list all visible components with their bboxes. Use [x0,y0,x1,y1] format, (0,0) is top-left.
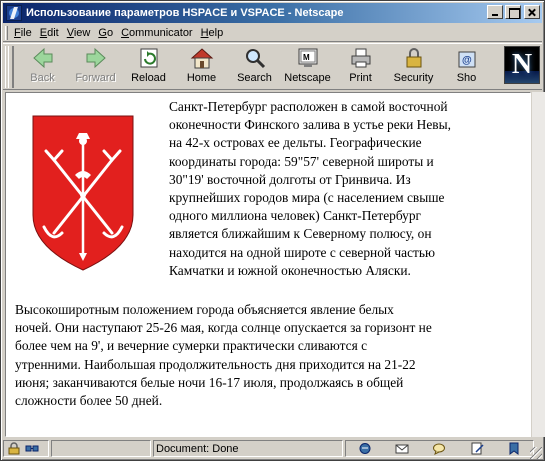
netscape-icon[interactable] [6,5,22,21]
security-lock-icon[interactable] [7,442,21,455]
shop-label: Sho [456,72,477,84]
svg-text:M: M [303,53,310,62]
maximize-icon[interactable] [505,5,521,19]
menu-edit[interactable]: Edit [38,27,65,39]
close-icon[interactable] [524,5,540,19]
status-bar: Document: Done [3,438,542,459]
reload-icon [140,48,157,68]
browser-window: Использование параметров HSPACE и VSPACE… [0,0,545,461]
forward-arrow-icon [86,47,106,69]
window-controls [485,5,540,19]
print-label: Print [349,72,372,84]
text-line: оконечности Финского залива в устье реки… [169,117,451,133]
text-line: крупнейших городов мира (с населением св… [169,190,445,206]
text-line: координаты города: 59"57' северной широт… [169,153,434,169]
bookmark-icon[interactable] [507,442,521,455]
minimize-icon[interactable] [487,5,503,19]
mail-icon[interactable] [395,442,409,455]
shop-button[interactable]: @ Sho [440,44,493,88]
title-bar[interactable]: Использование параметров HSPACE и VSPACE… [3,3,542,23]
text-line: сложности более 50 дней. [15,393,163,409]
menu-go[interactable]: Go [96,27,119,39]
composer-icon[interactable] [470,442,484,455]
print-button[interactable]: Print [334,44,387,88]
vertical-scrollbar[interactable] [531,92,545,437]
menu-view[interactable]: View [65,27,97,39]
toolbar-grip[interactable] [5,46,14,88]
padlock-icon [406,48,421,68]
svg-text:@: @ [462,55,472,66]
security-label: Security [393,72,434,84]
discussion-icon[interactable] [432,442,446,455]
home-button[interactable]: Home [175,44,228,88]
netscape-label: Netscape [284,72,331,84]
component-bar [345,440,534,457]
menu-grip[interactable] [5,25,8,40]
forward-label: Forward [75,72,116,84]
saint-petersburg-coat-of-arms-icon [32,115,134,271]
menu-help[interactable]: Help [199,27,230,39]
menu-file[interactable]: File [12,27,38,39]
progress-bar [51,440,151,457]
navigator-icon[interactable] [358,442,372,455]
text-line: 30"19' восточной долготы от Гринвича. Из [169,171,411,187]
back-label: Back [30,72,55,84]
home-icon [190,48,213,69]
menu-communicator[interactable]: Communicator [119,27,199,39]
reload-button[interactable]: Reload [122,44,175,88]
paragraph-intro: Санкт-Петербург расположен в самой восто… [169,98,524,280]
search-label: Search [237,72,272,84]
netscape-throbber-logo[interactable]: N [504,46,540,84]
text-line: Камчатки и южной оконечностью Аляски. [169,262,411,278]
back-button[interactable]: Back [16,44,69,88]
status-text: Document: Done [153,440,343,457]
page-content: Санкт-Петербург расположен в самой восто… [5,92,531,437]
search-icon [245,49,265,69]
text-line: находится на одной широте с северной час… [169,244,436,260]
paragraph-white-nights: Высокоширотным положением города объясня… [15,301,525,410]
netscape-button[interactable]: M Netscape [281,44,334,88]
home-label: Home [186,72,217,84]
shop-icon: @ [458,51,475,68]
text-line: ночей. Они наступают 25-26 мая, когда со… [15,320,432,336]
window-title: Использование параметров HSPACE и VSPACE… [26,7,344,19]
text-line: Высокоширотным положением города объясня… [15,302,394,317]
printer-icon [351,48,370,68]
forward-button[interactable]: Forward [69,44,122,88]
text-line: на 42-х островах ее дельты. Географическ… [169,135,422,151]
netscape-my-icon: M [298,48,317,67]
text-line: утренними. Наибольшая продолжительность … [15,356,416,372]
navigation-toolbar: Back Forward Reload Home Search M Netsca… [3,43,542,90]
resize-grip[interactable] [530,447,542,459]
status-icons [3,440,49,457]
text-line: более чем на 9', и вечерние сумерки прак… [15,338,368,354]
text-line: июня; заканчиваются белые ночи 16-17 июл… [15,374,404,390]
netscape-logo-icon: N [511,49,533,80]
text-line: Санкт-Петербург расположен в самой восто… [169,99,448,114]
text-line: является ближайшим к Северному полюсу, о… [169,226,432,242]
search-button[interactable]: Search [228,44,281,88]
security-button[interactable]: Security [387,44,440,88]
back-arrow-icon [32,47,52,69]
text-line: одного миллиона человек) Санкт-Петербург [169,208,422,224]
connection-icon[interactable] [25,442,39,455]
menu-bar: File Edit View Go Communicator Help [3,24,542,42]
reload-label: Reload [131,72,166,84]
